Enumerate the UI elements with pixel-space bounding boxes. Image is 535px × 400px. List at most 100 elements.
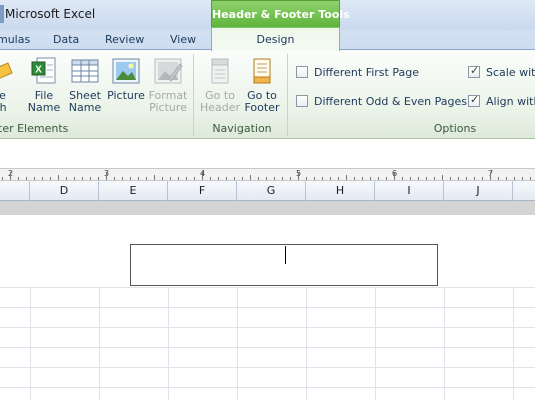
ruler-tick (178, 177, 179, 180)
file-name-button[interactable]: X File Name (26, 55, 62, 114)
format-picture-label-2: Picture (149, 101, 187, 114)
page-layout-sheet[interactable] (0, 215, 535, 400)
contextual-tab-group-title: Header & Footer Tools (212, 8, 350, 21)
picture-icon (112, 58, 140, 84)
scale-with-document-checkbox[interactable] (468, 64, 480, 78)
sheet-name-button[interactable]: Sheet Name (67, 55, 103, 114)
column-header[interactable]: H (306, 181, 375, 201)
tab-formulas[interactable]: mulas (0, 33, 30, 46)
ruler-tick (18, 177, 19, 180)
file-name-label-2: Name (27, 101, 61, 114)
ruler-tick (26, 177, 27, 180)
go-to-header-icon (211, 58, 229, 84)
format-picture-icon (154, 58, 183, 84)
ruler-tick (146, 177, 147, 180)
header-section-center[interactable] (130, 244, 438, 286)
quick-access-edge-icon (0, 5, 4, 23)
svg-text:X: X (35, 65, 42, 76)
ruler-tick (466, 177, 467, 180)
ruler-tick (226, 177, 227, 180)
ruler-tick (234, 177, 235, 180)
ruler-tick (298, 172, 299, 180)
ruler-tick (2, 177, 3, 180)
ruler-tick (402, 177, 403, 180)
text-cursor (285, 246, 286, 264)
ruler-tick (274, 177, 275, 180)
sheet-name-partial-button[interactable]: le th (0, 55, 14, 114)
gridline (237, 287, 238, 400)
ruler-tick (386, 177, 387, 180)
go-to-footer-button[interactable]: Go to Footer (241, 55, 283, 114)
column-header-partial[interactable] (0, 181, 30, 201)
ruler-tick (82, 177, 83, 180)
column-header-partial[interactable] (513, 181, 535, 201)
ruler-tick (90, 177, 91, 180)
go-to-header-button[interactable]: Go to Header (199, 55, 241, 114)
column-header[interactable]: D (30, 181, 99, 201)
ruler-tick (242, 177, 243, 180)
ruler-tick (66, 177, 67, 180)
navigation-group-label: Navigation (212, 122, 272, 135)
ruler-tick (514, 177, 515, 180)
column-header[interactable]: E (99, 181, 168, 201)
different-first-page-checkbox[interactable] (296, 66, 308, 78)
sheet-grid-icon (71, 59, 99, 83)
picture-label: Picture (107, 89, 145, 102)
gridline (99, 287, 100, 400)
gridline (0, 327, 535, 328)
go-to-footer-icon (253, 58, 271, 84)
tab-review[interactable]: Review (105, 33, 144, 46)
picture-button[interactable]: Picture (107, 55, 145, 102)
ruler-tick (322, 177, 323, 180)
ruler-tick (42, 177, 43, 180)
ruler-tick (338, 177, 339, 180)
ruler-tick (170, 177, 171, 180)
format-picture-button[interactable]: Format Picture (148, 55, 188, 114)
scale-with-document-label: Scale with (486, 65, 535, 79)
ruler-tick (202, 172, 203, 180)
horizontal-ruler[interactable]: 2 3 4 5 6 7 (0, 168, 535, 181)
sheet-name-label-2: Name (68, 101, 102, 114)
tab-design[interactable]: Design (211, 27, 340, 51)
ruler-tick (314, 177, 315, 180)
go-to-footer-label-2: Footer (244, 101, 280, 114)
different-odd-even-label: Different Odd & Even Pages (314, 94, 467, 108)
column-header[interactable]: F (168, 181, 237, 201)
ruler-tick (50, 177, 51, 180)
gridline (306, 287, 307, 400)
ruler-tick (498, 177, 499, 180)
tab-view[interactable]: View (170, 33, 196, 46)
gridline (168, 287, 169, 400)
ruler-tick (418, 177, 419, 180)
ruler-tick (522, 177, 523, 180)
ribbon: le th X File Name S (0, 50, 535, 139)
ruler-tick (122, 177, 123, 180)
ruler-tick (370, 177, 371, 180)
gridline (513, 287, 514, 400)
align-with-margins-option[interactable]: Align with (468, 93, 535, 109)
column-header[interactable]: I (375, 181, 444, 201)
ruler-tick (530, 177, 531, 180)
different-odd-even-checkbox[interactable] (296, 95, 308, 107)
different-first-page-option[interactable]: Different First Page (296, 64, 419, 80)
different-odd-even-option[interactable]: Different Odd & Even Pages (296, 93, 467, 109)
ruler-tick (114, 177, 115, 180)
ruler-tick (250, 175, 251, 180)
ruler-tick (362, 177, 363, 180)
tab-data[interactable]: Data (53, 33, 79, 46)
gridline (0, 307, 535, 308)
ruler-tick (106, 172, 107, 180)
column-header[interactable]: J (444, 181, 513, 201)
ruler-tick (434, 177, 435, 180)
ruler-tick (450, 177, 451, 180)
tab-design-label: Design (256, 33, 295, 46)
excel-window: Microsoft Excel mulas Data Review View H… (0, 0, 535, 400)
ruler-tick (218, 177, 219, 180)
ruler-tick (98, 177, 99, 180)
ruler-tick (354, 177, 355, 180)
column-header[interactable]: G (237, 181, 306, 201)
scale-with-document-option[interactable]: Scale with (468, 64, 535, 80)
ruler-tick (458, 177, 459, 180)
align-with-margins-checkbox[interactable] (468, 93, 480, 107)
different-first-page-label: Different First Page (314, 65, 419, 79)
